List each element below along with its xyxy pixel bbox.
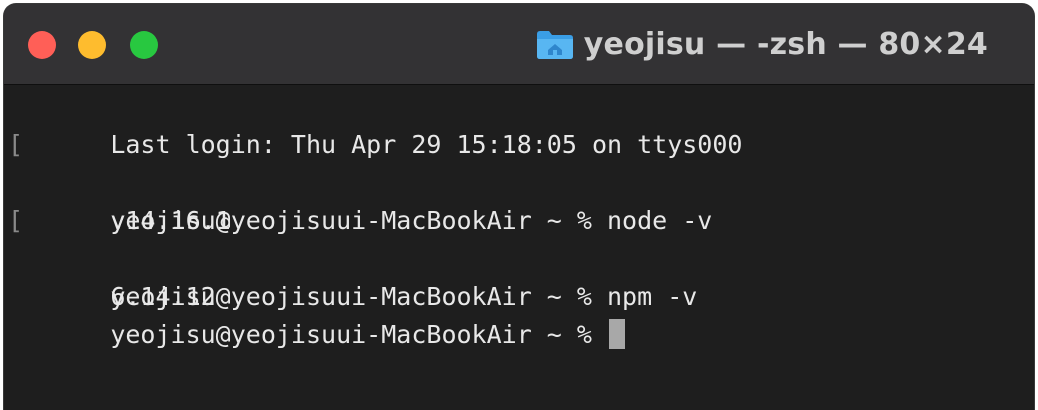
window-title: yeojisu — -zsh — 80×24 bbox=[583, 26, 988, 62]
line-marker: [ bbox=[8, 130, 24, 159]
terminal-prompt-line[interactable]: yeojisu@yeojisuui-MacBookAir ~ % bbox=[20, 278, 1020, 349]
home-folder-icon bbox=[536, 31, 573, 59]
text-cursor bbox=[609, 319, 626, 349]
window-title-group: yeojisu — -zsh — 80×24 bbox=[536, 24, 988, 64]
line-marker: [ bbox=[8, 206, 24, 235]
zoom-window-button[interactable] bbox=[130, 31, 158, 59]
minimize-window-button[interactable] bbox=[78, 31, 106, 59]
terminal-window: yeojisu — -zsh — 80×24 Last login: Thu A… bbox=[4, 4, 1034, 410]
terminal-line: v14.16.1 bbox=[20, 164, 1020, 235]
terminal-line: [ yeojisu@yeojisuui-MacBookAir ~ % npm -… bbox=[8, 202, 1020, 311]
terminal-line: 6.14.12 bbox=[20, 240, 1020, 311]
terminal-line: [ yeojisu@yeojisuui-MacBookAir ~ % node … bbox=[8, 126, 1020, 235]
prompt-text: yeojisu@yeojisuui-MacBookAir ~ % bbox=[110, 320, 608, 349]
title-bar[interactable]: yeojisu — -zsh — 80×24 bbox=[4, 4, 1034, 85]
close-window-button[interactable] bbox=[28, 31, 56, 59]
terminal-line: Last login: Thu Apr 29 15:18:05 on ttys0… bbox=[20, 88, 1020, 159]
terminal-output[interactable]: Last login: Thu Apr 29 15:18:05 on ttys0… bbox=[8, 88, 1020, 398]
